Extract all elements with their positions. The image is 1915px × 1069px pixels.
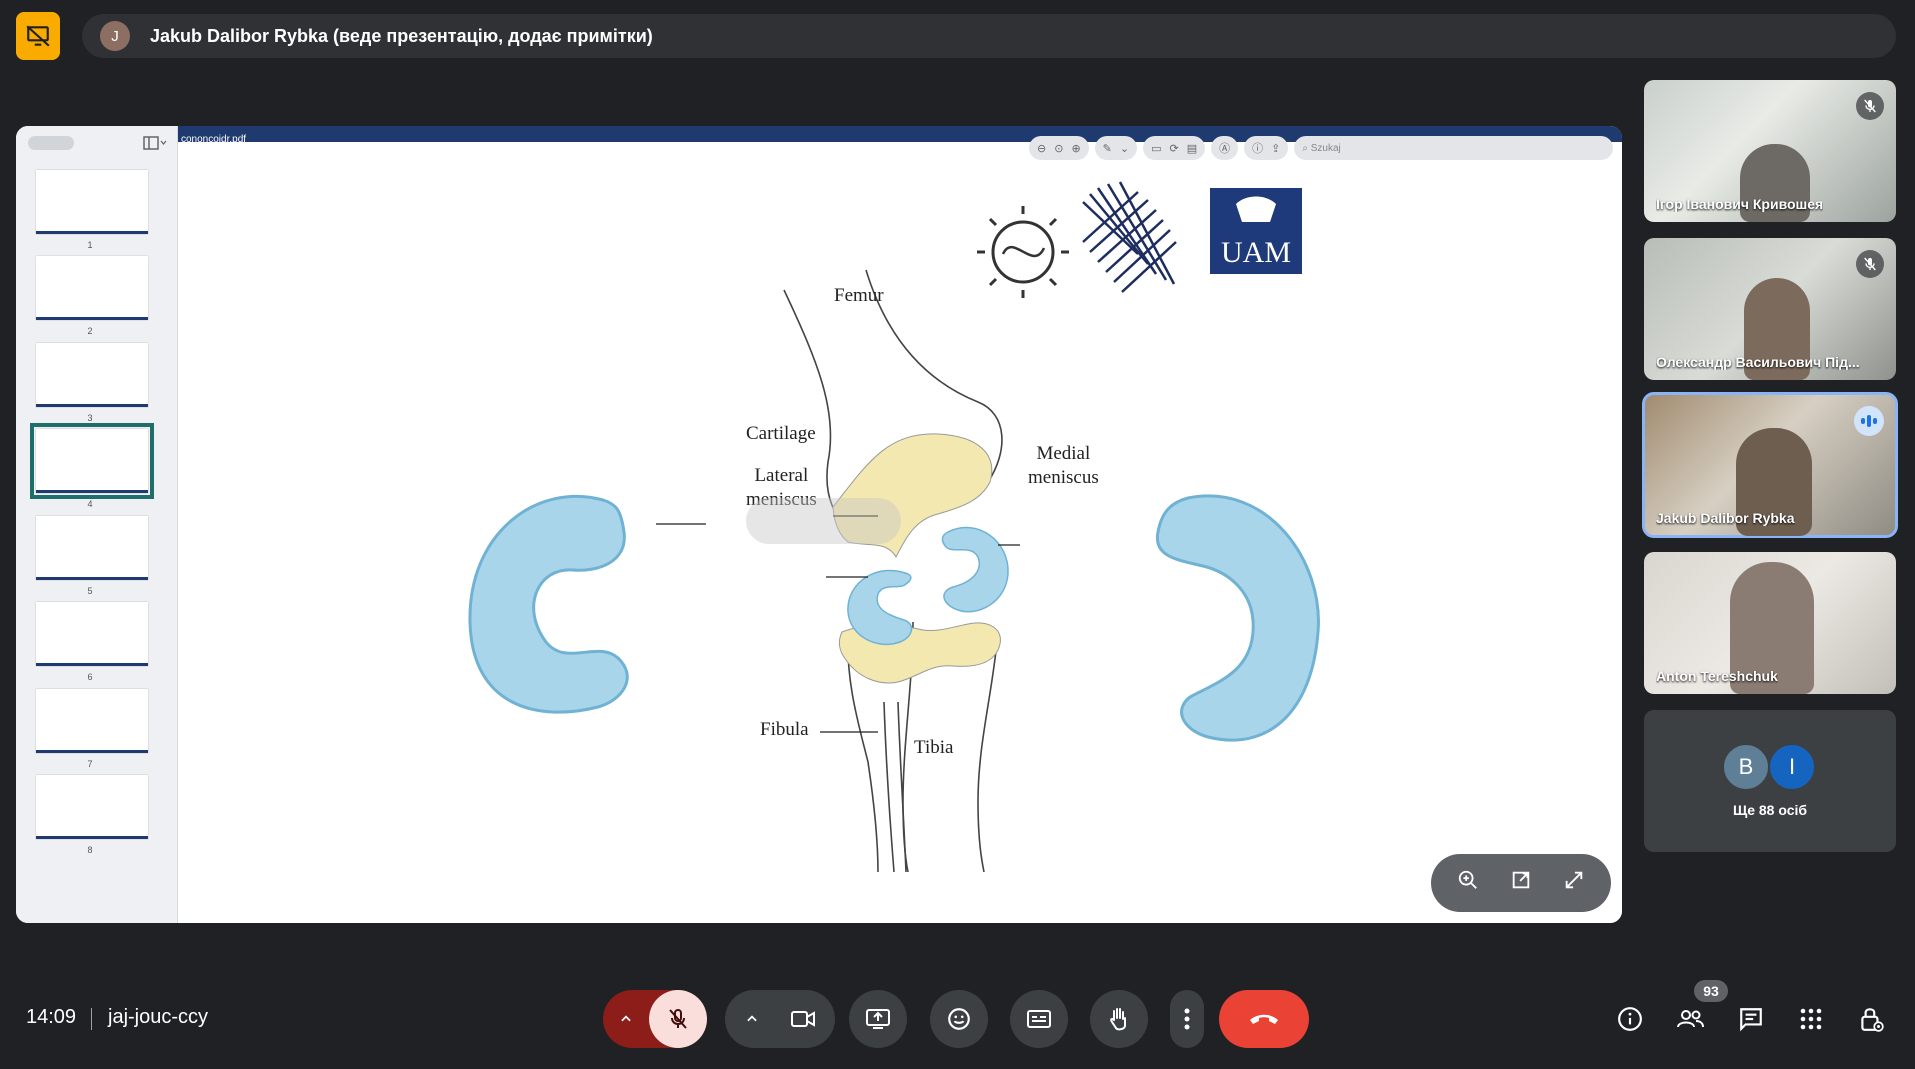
muted-overlay-pill [746,498,901,544]
pdf-page-thumbnail[interactable] [30,423,154,499]
speaking-indicator-icon [1854,406,1884,436]
host-controls-lock-icon[interactable] [1856,1004,1886,1034]
meeting-details-icon[interactable] [1615,1004,1645,1034]
activities-grid-icon[interactable] [1796,1004,1826,1034]
mesh-logo-icon [1082,181,1177,293]
shared-screen: 1 2 3 4 5 6 7 8 cononcojdr.pdf ⊖ ⊙ ⊕ ✎ ⌄ ▭ ⟳ ▤ Ⓐ ⓘ ⇪ … [16,126,1622,923]
more-participants-count: Ще 88 осіб [1732,802,1808,818]
medial-meniscus-small [941,526,1009,613]
sidebar-pill-icon[interactable] [28,136,74,150]
participant-tile[interactable]: Anton Tereshchuk [1644,552,1896,694]
presenter-avatar: J [100,21,130,51]
zoom-fit-icon[interactable]: ⊙ [1054,142,1063,155]
info-icon[interactable]: ⓘ [1252,140,1263,156]
pdf-page-thumbnail[interactable] [36,516,148,580]
mic-off-icon [1856,250,1884,278]
chevron-down-icon[interactable]: ⌄ [1120,142,1129,155]
lateral-meniscus-illustration [468,494,629,714]
view-mode-icon[interactable]: ▭ [1151,142,1161,155]
pdf-toolbar: ⊖ ⊙ ⊕ ✎ ⌄ ▭ ⟳ ▤ Ⓐ ⓘ ⇪ ⌕ Szukaj [1029,134,1613,162]
captions-button[interactable] [1010,990,1068,1048]
sidebar-toggle-icon[interactable] [143,136,167,150]
pdf-page-thumbnail[interactable] [36,343,148,407]
divider [91,1008,92,1030]
people-icon[interactable] [1675,1004,1705,1034]
markup-icon[interactable]: Ⓐ [1219,140,1230,156]
more-options-button[interactable] [1170,990,1204,1048]
raise-hand-button[interactable] [1090,990,1148,1048]
video-options-chevron-icon[interactable] [729,1012,775,1026]
mic-off-icon [1856,92,1884,120]
search-placeholder: Szukaj [1310,142,1341,154]
participant-count-badge: 93 [1694,980,1728,1002]
label-femur: Femur [834,285,884,306]
uam-logo-text: UAM [1221,236,1291,269]
meeting-time: 14:09 [26,1006,77,1028]
label-cartilage: Cartilage [746,423,816,444]
thumbnail-page-number: 1 [87,240,93,250]
participant-avatar: I [1768,743,1816,791]
fullscreen-icon[interactable] [1563,869,1585,897]
thumbnail-page-number: 8 [87,845,93,855]
presentation-indicator-icon [16,12,60,60]
participant-name: Jakub Dalibor Rybka [1656,510,1795,526]
form-icon[interactable]: ▤ [1187,142,1197,155]
participant-name: Ігор Іванович Кривошея [1656,196,1824,212]
leave-call-button[interactable] [1219,990,1309,1048]
meeting-code: jaj-jouc-ccy [108,1006,209,1028]
mic-off-button[interactable] [649,990,707,1048]
label-tibia: Tibia [914,737,954,758]
pdf-page-thumbnail[interactable] [36,602,148,666]
chat-icon[interactable] [1736,1004,1766,1034]
zoom-out-icon[interactable]: ⊖ [1037,142,1046,155]
mic-toggle-group [603,990,707,1048]
thumbnail-page-number: 4 [87,499,93,509]
pdf-search-input[interactable]: ⌕ Szukaj [1294,136,1613,160]
presenter-banner: J Jakub Dalibor Rybka (веде презентацію,… [82,14,1896,58]
pdf-thumbnail-sidebar[interactable]: 1 2 3 4 5 6 7 8 [16,126,178,923]
participant-tile[interactable]: Ігор Іванович Кривошея [1644,80,1896,222]
more-participants-tile[interactable]: B I Ще 88 осіб [1644,710,1896,852]
share-icon[interactable]: ⇪ [1271,142,1280,155]
pdf-page-thumbnail[interactable] [36,775,148,839]
participant-avatar: B [1722,743,1770,791]
pdf-page-thumbnail[interactable] [36,170,148,234]
lateral-meniscus-small [847,569,913,646]
thumbnail-page-number: 2 [87,326,93,336]
zoom-in-icon[interactable] [1457,869,1479,897]
stage-controls [1431,854,1611,912]
thumbnail-page-number: 7 [87,759,93,769]
zoom-in-icon[interactable]: ⊕ [1071,142,1080,155]
emoji-reactions-button[interactable] [930,990,988,1048]
thumbnail-page-number: 6 [87,672,93,682]
participant-name: Anton Tereshchuk [1656,668,1778,684]
presenter-status: Jakub Dalibor Rybka (веде презентацію, д… [150,25,653,46]
participant-tile-active-speaker[interactable]: Jakub Dalibor Rybka [1642,392,1898,538]
camera-toggle-group [725,990,835,1048]
label-medial-meniscus: Medial meniscus [1028,443,1099,488]
pdf-page-thumbnail[interactable] [36,256,148,320]
pdf-page-thumbnail[interactable] [36,689,148,753]
present-screen-button[interactable] [849,990,907,1048]
participant-tile[interactable]: Олександр Васильович Під... [1644,238,1896,380]
thumbnail-page-number: 3 [87,413,93,423]
open-in-new-window-icon[interactable] [1510,869,1532,897]
participant-name: Олександр Васильович Під... [1656,354,1860,370]
medial-meniscus-illustration [1155,494,1320,742]
audio-options-chevron-icon[interactable] [603,1012,649,1026]
camera-button[interactable] [775,1008,831,1030]
search-icon: ⌕ [1302,142,1311,154]
label-fibula: Fibula [760,719,809,740]
gear-logo-icon [977,206,1069,298]
slide-canvas: UAM Femur Cartilage Lateral meniscus Med… [178,162,1622,923]
pdf-filename: cononcojdr.pdf [181,134,247,145]
rotate-icon[interactable]: ⟳ [1170,142,1179,155]
thumbnail-page-number: 5 [87,586,93,596]
annotate-pen-icon[interactable]: ✎ [1103,142,1112,155]
